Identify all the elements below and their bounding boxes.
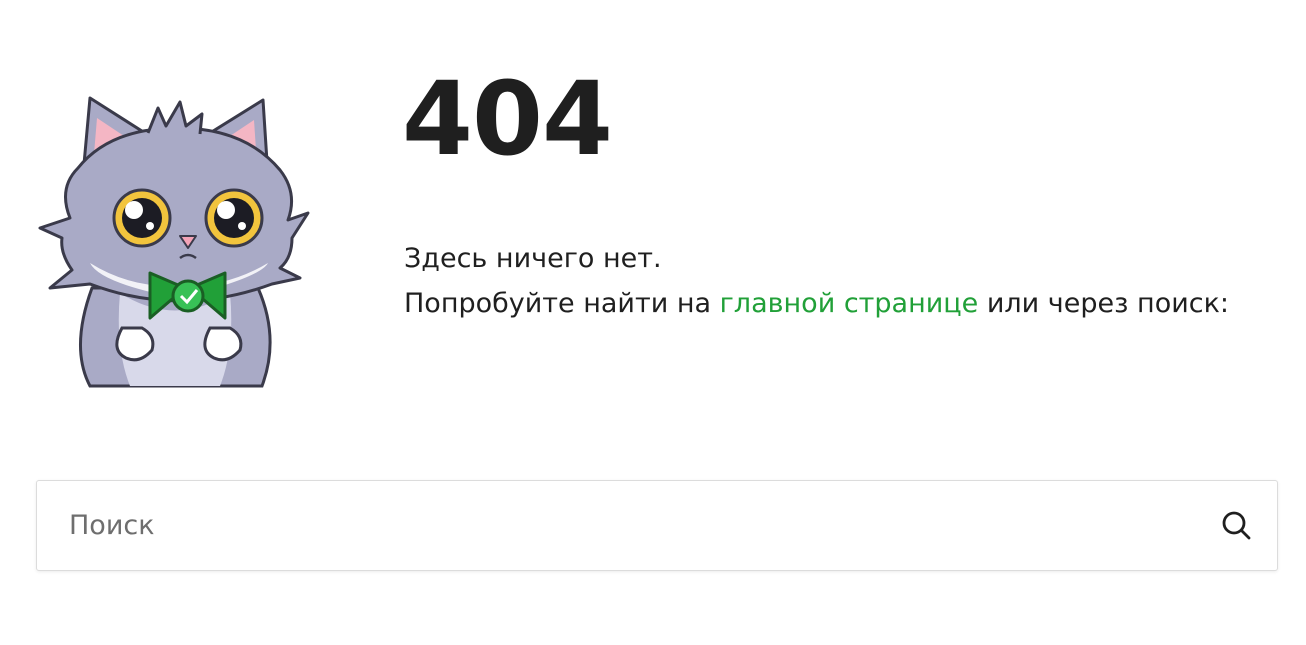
home-page-link[interactable]: главной странице	[720, 288, 979, 319]
error-message: Здесь ничего нет. Попробуйте найти на гл…	[404, 236, 1244, 326]
search-button[interactable]	[1197, 481, 1277, 570]
message-line-2: Попробуйте найти на главной странице или…	[404, 281, 1244, 326]
message-line-1: Здесь ничего нет.	[404, 243, 662, 274]
search-box	[36, 480, 1278, 571]
error-code-heading: 404	[402, 60, 613, 179]
message-text-after-link: или через поиск:	[978, 288, 1230, 319]
sad-cat-mascot-illustration	[30, 88, 340, 388]
search-icon	[1222, 511, 1251, 539]
message-text-before-link: Попробуйте найти на	[404, 288, 720, 319]
search-input[interactable]	[37, 481, 1197, 570]
sad-cat-icon	[38, 96, 310, 388]
